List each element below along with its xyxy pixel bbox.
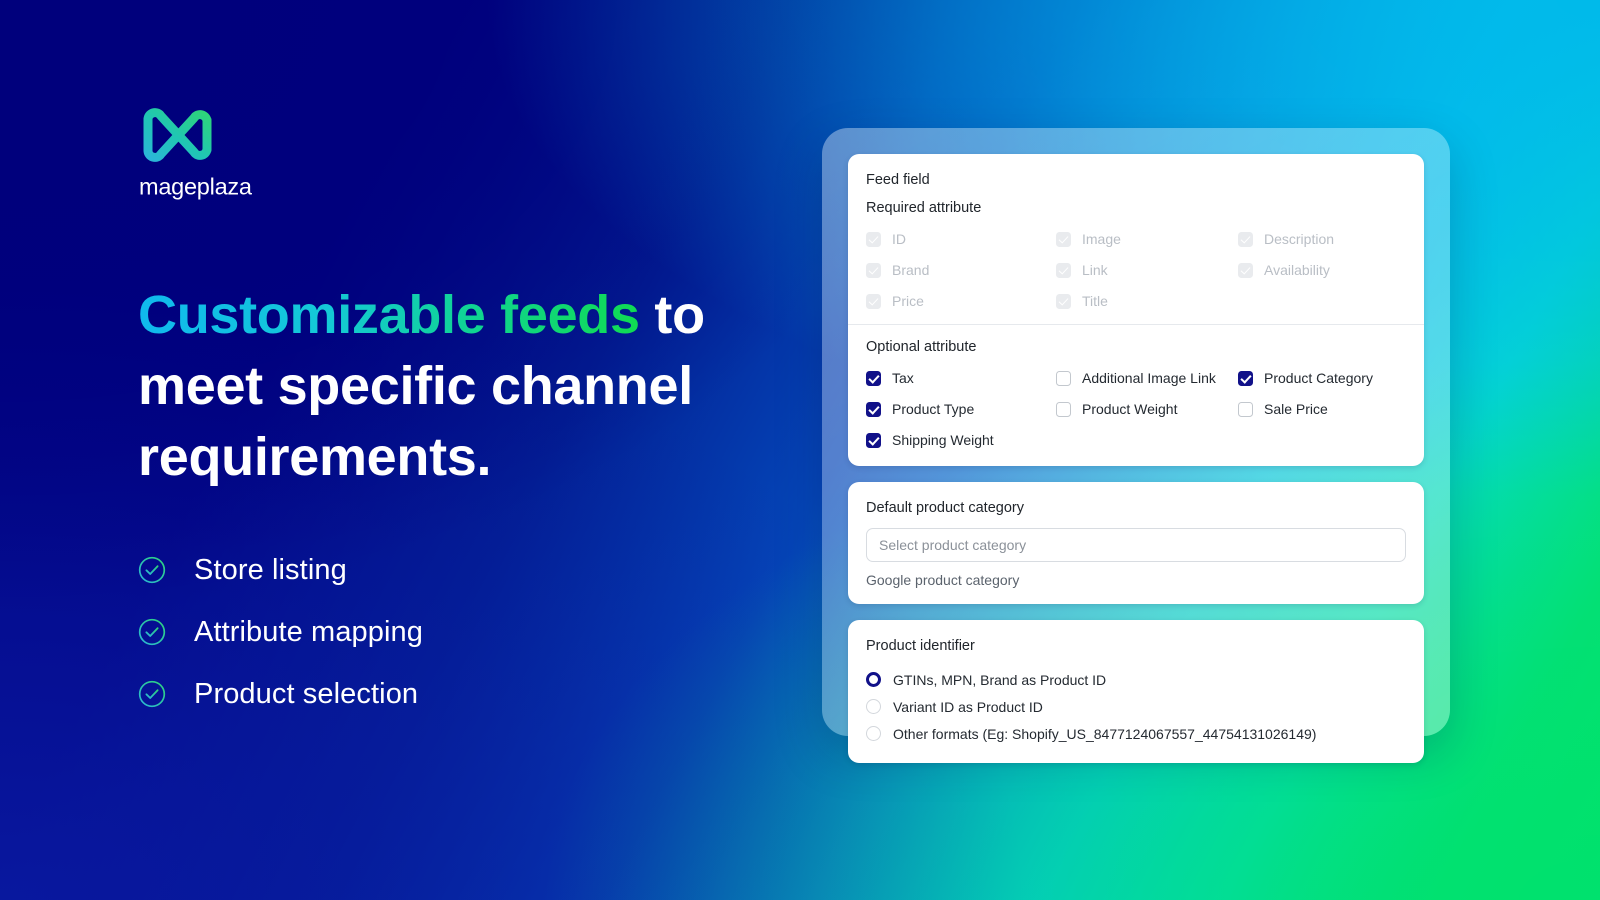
required-attribute-item-availability: Availability [1238, 260, 1406, 280]
radio-option-other-formats[interactable]: Other formats (Eg: Shopify_US_8477124067… [866, 720, 1406, 747]
checkbox-label: Link [1082, 262, 1108, 278]
checkbox-label: Sale Price [1264, 401, 1328, 417]
checkbox-label: Description [1264, 231, 1335, 247]
list-item-label: Attribute mapping [194, 615, 423, 648]
checkbox-checked-disabled-icon [866, 231, 881, 247]
check-circle-icon [138, 618, 166, 646]
optional-attribute-label: Optional attribute [866, 339, 977, 355]
optional-attribute-item-product-type[interactable]: Product Type [866, 399, 1056, 419]
page-title: Customizable feeds to meet specific chan… [138, 280, 758, 493]
checkbox-unchecked-icon[interactable] [1056, 401, 1071, 417]
default-product-category-title: Default product category [866, 500, 1024, 516]
radio-unselected-icon[interactable] [866, 726, 881, 741]
radio-selected-icon[interactable] [866, 672, 881, 687]
radio-unselected-icon[interactable] [866, 699, 881, 714]
checkbox-checked-disabled-icon [1056, 293, 1071, 309]
radio-option-gtins[interactable]: GTINs, MPN, Brand as Product ID [866, 666, 1406, 693]
checkbox-label: Brand [892, 262, 930, 278]
optional-attribute-grid: Tax Additional Image Link Product Catego… [866, 368, 1406, 450]
hero-left-column: mageplaza Customizable feeds to meet spe… [138, 106, 778, 725]
checkbox-unchecked-icon[interactable] [1056, 370, 1071, 386]
required-attribute-item-id: ID [866, 229, 1056, 249]
checkbox-label: Product Category [1264, 370, 1373, 386]
required-attribute-item-brand: Brand [866, 260, 1056, 280]
checkbox-label: Product Type [892, 401, 975, 417]
checkbox-label: Product Weight [1082, 401, 1178, 417]
radio-option-variant-id[interactable]: Variant ID as Product ID [866, 693, 1406, 720]
brand-wordmark-text: mageplaza [139, 174, 253, 200]
checkbox-label: Tax [892, 370, 914, 386]
check-circle-icon [138, 680, 166, 708]
list-item-label: Store listing [194, 553, 347, 586]
mageplaza-m-logo-icon [143, 108, 224, 162]
checkbox-label: Image [1082, 231, 1121, 247]
page-root: mageplaza Customizable feeds to meet spe… [0, 0, 1600, 900]
required-attribute-item-description: Description [1238, 229, 1406, 249]
list-item: Store listing [138, 539, 778, 601]
checkbox-label: Additional Image Link [1082, 370, 1216, 386]
product-identifier-title: Product identifier [866, 638, 975, 654]
section-divider [848, 324, 1424, 325]
list-item-label: Product selection [194, 677, 419, 710]
list-item: Attribute mapping [138, 601, 778, 663]
checkbox-checked-icon[interactable] [866, 401, 881, 417]
optional-attribute-item-sale-price[interactable]: Sale Price [1238, 399, 1406, 419]
product-category-select[interactable]: Select product category [866, 528, 1406, 562]
check-circle-icon [138, 556, 166, 584]
default-product-category-card: Default product category Select product … [848, 482, 1424, 604]
optional-attribute-item-product-weight[interactable]: Product Weight [1056, 399, 1238, 419]
brand-wordmark: mageplaza [139, 174, 253, 200]
grid-spacer [1056, 430, 1238, 450]
checkbox-checked-disabled-icon [866, 262, 881, 278]
checkbox-checked-disabled-icon [1238, 262, 1253, 278]
list-item: Product selection [138, 663, 778, 725]
grid-spacer [1238, 291, 1406, 311]
checkbox-checked-disabled-icon [1056, 231, 1071, 247]
app-screenshot-frame: Feed field Required attribute ID Image D… [822, 128, 1450, 763]
checkbox-checked-disabled-icon [1238, 231, 1253, 247]
radio-label: Other formats (Eg: Shopify_US_8477124067… [893, 725, 1317, 742]
optional-attribute-item-product-category[interactable]: Product Category [1238, 368, 1406, 388]
product-category-select-placeholder: Select product category [879, 537, 1027, 553]
google-product-category-helper: Google product category [866, 572, 1020, 588]
checkbox-label: Title [1082, 293, 1108, 309]
checkbox-label: Availability [1264, 262, 1330, 278]
optional-attribute-item-shipping-weight[interactable]: Shipping Weight [866, 430, 1056, 450]
required-attribute-item-price: Price [866, 291, 1056, 311]
optional-attribute-item-tax[interactable]: Tax [866, 368, 1056, 388]
headline-highlight: Customizable feeds [138, 285, 640, 345]
feature-bullet-list: Store listing Attribute mapping Product … [138, 539, 778, 725]
feed-field-card: Feed field Required attribute ID Image D… [848, 154, 1424, 466]
feed-field-title: Feed field [866, 172, 930, 188]
required-attribute-item-link: Link [1056, 260, 1238, 280]
checkbox-checked-icon[interactable] [866, 370, 881, 386]
required-attribute-label: Required attribute [866, 200, 982, 216]
radio-label: GTINs, MPN, Brand as Product ID [893, 671, 1107, 688]
checkbox-label: Shipping Weight [892, 432, 994, 448]
grid-spacer [1238, 430, 1406, 450]
checkbox-checked-disabled-icon [866, 293, 881, 309]
checkbox-label: Price [892, 293, 924, 309]
settings-cards: Feed field Required attribute ID Image D… [848, 154, 1424, 763]
checkbox-checked-icon[interactable] [866, 432, 881, 448]
required-attribute-grid: ID Image Description Brand Link Availabi… [866, 229, 1406, 311]
checkbox-label: ID [892, 231, 906, 247]
brand-logo: mageplaza [138, 106, 778, 202]
required-attribute-item-image: Image [1056, 229, 1238, 249]
product-identifier-card: Product identifier GTINs, MPN, Brand as … [848, 620, 1424, 763]
radio-label: Variant ID as Product ID [893, 698, 1043, 715]
required-attribute-item-title: Title [1056, 291, 1238, 311]
optional-attribute-item-additional-image-link[interactable]: Additional Image Link [1056, 368, 1238, 388]
checkbox-unchecked-icon[interactable] [1238, 401, 1253, 417]
checkbox-checked-icon[interactable] [1238, 370, 1253, 386]
checkbox-checked-disabled-icon [1056, 262, 1071, 278]
